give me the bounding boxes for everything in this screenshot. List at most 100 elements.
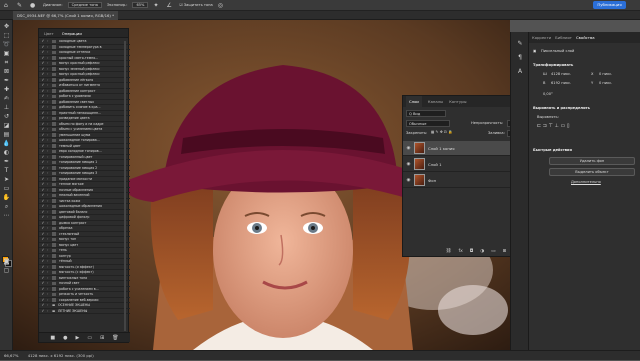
toggle-dialog-icon[interactable] — [52, 160, 56, 164]
eyedropper-icon[interactable]: ✒ — [2, 77, 11, 85]
airbrush-icon[interactable]: ✦ — [153, 2, 161, 9]
toggle-dialog-icon[interactable] — [52, 138, 56, 142]
check-icon[interactable]: ✓ — [39, 89, 47, 93]
brush-settings-icon[interactable]: ✎ — [515, 40, 525, 48]
gradient-icon[interactable]: ▤ — [2, 131, 11, 139]
toggle-dialog-icon[interactable] — [52, 50, 56, 54]
x-field[interactable]: 0 пикс. — [599, 72, 612, 76]
check-icon[interactable]: ✓ — [39, 56, 47, 60]
check-icon[interactable]: ✓ — [39, 188, 47, 192]
check-icon[interactable]: ✓ — [39, 248, 47, 252]
toggle-dialog-icon[interactable] — [52, 116, 56, 120]
blend-mode-select[interactable]: Обычные — [406, 120, 450, 127]
toggle-dialog-icon[interactable] — [52, 292, 56, 296]
new-set-icon[interactable]: ▭ — [87, 333, 92, 342]
transform-section-title[interactable]: Трансформировать — [533, 63, 573, 67]
move-tool-icon[interactable]: ✥ — [2, 23, 11, 31]
toggle-dialog-icon[interactable] — [52, 193, 56, 197]
check-icon[interactable]: ✓ — [39, 160, 47, 164]
toggle-dialog-icon[interactable] — [52, 39, 56, 43]
toggle-dialog-icon[interactable] — [52, 188, 56, 192]
toggle-dialog-icon[interactable] — [52, 78, 56, 82]
check-icon[interactable]: ✓ — [39, 149, 47, 153]
exposure-field[interactable]: 65% — [132, 2, 149, 8]
character-icon[interactable]: A — [515, 68, 525, 76]
toggle-dialog-icon[interactable] — [52, 270, 56, 274]
toggle-dialog-icon[interactable] — [52, 56, 56, 60]
protect-tones-checkbox[interactable]: ☑ Защитить тона — [179, 3, 212, 7]
toggle-dialog-icon[interactable] — [52, 226, 56, 230]
check-icon[interactable]: ✓ — [39, 127, 47, 131]
blur-tool-icon[interactable]: 💧 — [2, 140, 11, 148]
toggle-dialog-icon[interactable] — [52, 100, 56, 104]
toggle-dialog-icon[interactable] — [52, 127, 56, 131]
check-icon[interactable]: ✓ — [39, 83, 47, 87]
paragraph-icon[interactable]: ¶ — [515, 54, 525, 62]
toggle-dialog-icon[interactable] — [52, 232, 56, 236]
check-icon[interactable]: ✓ — [39, 61, 47, 65]
angle-field[interactable]: 0,00° — [543, 92, 553, 96]
check-icon[interactable]: ✓ — [39, 199, 47, 203]
check-icon[interactable]: ✓ — [39, 254, 47, 258]
brush-tool-icon[interactable]: ✍ — [2, 95, 11, 103]
toggle-dialog-icon[interactable] — [52, 171, 56, 175]
check-icon[interactable]: ✓ — [39, 50, 47, 54]
check-icon[interactable]: ✓ — [39, 292, 47, 296]
stamp-tool-icon[interactable]: ⊥ — [2, 104, 11, 112]
toggle-dialog-icon[interactable] — [52, 237, 56, 241]
check-icon[interactable]: ✓ — [39, 270, 47, 274]
link-icon[interactable]: ⛓ — [446, 247, 452, 256]
align-section-title[interactable]: Выровнять и распределить — [533, 106, 590, 110]
home-icon[interactable]: ⌂ — [4, 2, 12, 9]
toggle-dialog-icon[interactable] — [52, 149, 56, 153]
toggle-dialog-icon[interactable] — [52, 67, 56, 71]
object-select-icon[interactable]: ▣ — [2, 50, 11, 58]
toggle-dialog-icon[interactable] — [52, 204, 56, 208]
check-icon[interactable]: ✓ — [39, 303, 47, 307]
check-icon[interactable]: ✓ — [39, 259, 47, 263]
dodge-tool-icon[interactable]: ✎ — [17, 2, 25, 9]
check-icon[interactable]: ✓ — [39, 281, 47, 285]
toggle-dialog-icon[interactable] — [52, 144, 56, 148]
crop-tool-icon[interactable]: ⌗ — [2, 59, 11, 67]
publish-button[interactable]: Публикация — [593, 1, 626, 9]
tab-actions[interactable]: Операции — [62, 29, 82, 37]
new-action-icon[interactable]: ⊞ — [100, 333, 104, 342]
eye-icon[interactable]: ◉ — [403, 178, 414, 183]
check-icon[interactable]: ✓ — [39, 221, 47, 225]
width-field[interactable]: 4128 пикс. — [551, 72, 571, 76]
layer-row[interactable]: ◉Фон🔒 — [403, 173, 525, 188]
toggle-dialog-icon[interactable] — [52, 83, 56, 87]
check-icon[interactable]: ✓ — [39, 232, 47, 236]
toggle-dialog-icon[interactable] — [52, 199, 56, 203]
check-icon[interactable]: ✓ — [39, 133, 47, 137]
check-icon[interactable]: ✓ — [39, 94, 47, 98]
check-icon[interactable]: ✓ — [39, 105, 47, 109]
height-field[interactable]: 6192 пикс. — [551, 81, 571, 85]
quick-actions-title[interactable]: Быстрые действия — [533, 148, 572, 152]
toggle-dialog-icon[interactable] — [52, 61, 56, 65]
tab-paths[interactable]: Контуры — [449, 96, 466, 107]
check-icon[interactable]: ✓ — [39, 193, 47, 197]
check-icon[interactable]: ✓ — [39, 45, 47, 49]
select-subject-button[interactable]: Выделить объект — [549, 168, 635, 176]
tab-layers[interactable]: Слои — [406, 96, 422, 107]
brush-preset-icon[interactable]: ● — [30, 2, 38, 9]
toggle-dialog-icon[interactable] — [52, 155, 56, 159]
stop-icon[interactable]: ■ — [50, 333, 55, 342]
toggle-dialog-icon[interactable] — [52, 259, 56, 263]
check-icon[interactable]: ✓ — [39, 166, 47, 170]
check-icon[interactable]: ✓ — [39, 155, 47, 159]
toggle-dialog-icon[interactable] — [52, 133, 56, 137]
adjustment-icon[interactable]: ◑ — [480, 247, 484, 256]
toggle-dialog-icon[interactable] — [52, 94, 56, 98]
actions-scrollbar[interactable] — [124, 41, 126, 331]
more-link[interactable]: Дополнительно — [571, 180, 601, 184]
check-icon[interactable]: ✓ — [39, 144, 47, 148]
check-icon[interactable]: ✓ — [39, 298, 47, 302]
shape-tool-icon[interactable]: ▭ — [2, 185, 11, 193]
toggle-dialog-icon[interactable] — [52, 215, 56, 219]
check-icon[interactable]: ✓ — [39, 171, 47, 175]
toggle-dialog-icon[interactable] — [52, 45, 56, 49]
eye-icon[interactable]: ◉ — [403, 162, 414, 167]
